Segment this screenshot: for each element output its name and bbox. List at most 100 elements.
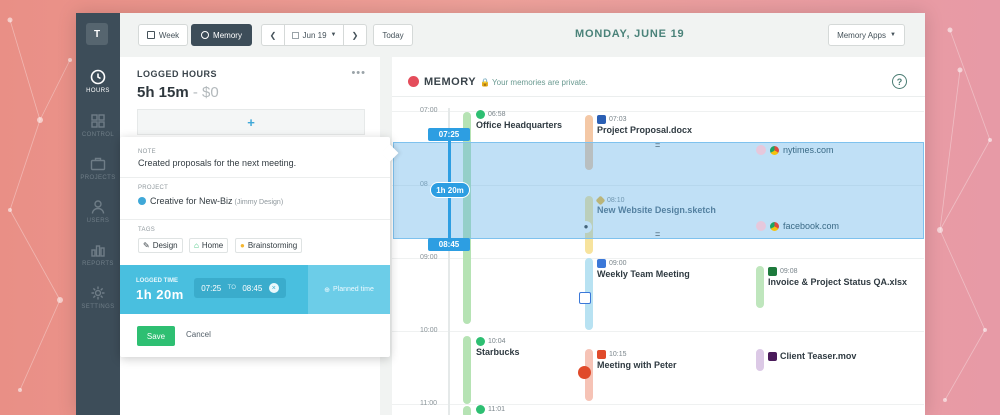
divider [120, 219, 390, 220]
pencil-icon: ✎ [143, 241, 150, 250]
event-office[interactable]: 06:58 Office Headquarters [476, 110, 562, 130]
week-label: Week [158, 30, 180, 40]
nav-item-reports[interactable]: REPORTS [76, 242, 120, 267]
tag-design[interactable]: ✎ Design [138, 238, 183, 253]
selection-end[interactable]: 08:45 [428, 238, 470, 251]
time-label: 10:00 [420, 327, 438, 334]
date-label: Jun 19 [302, 30, 327, 40]
location-icon [476, 110, 485, 119]
logged-time-bar: LOGGED TIME 1h 20m 07:25 TO 08:45 × ⊕ Pla… [120, 265, 390, 314]
asana-icon [578, 366, 591, 379]
calendar-icon [597, 259, 606, 268]
nav-item-projects[interactable]: PROJECTS [76, 156, 120, 181]
time-label: 07:00 [420, 107, 438, 114]
note-field[interactable]: Created proposals for the next meeting. [138, 158, 296, 168]
today-label: Today [382, 30, 404, 40]
avatar[interactable]: T [86, 23, 108, 45]
more-options-icon[interactable]: ••• [351, 67, 366, 79]
project-field[interactable]: Creative for New-Biz (Jimmy Design) [138, 196, 283, 206]
memory-label: Memory [213, 30, 242, 40]
url-nytimes[interactable]: nytimes.com [756, 145, 834, 155]
divider [120, 177, 390, 178]
event-bar-teaser[interactable] [756, 349, 764, 371]
planned-label: Planned time [333, 286, 374, 293]
save-button[interactable]: Save [137, 326, 175, 346]
office-icon [597, 350, 606, 359]
project-name: Creative for New-Biz [150, 196, 233, 206]
week-button[interactable]: Week [138, 24, 188, 46]
memory-button[interactable]: Memory [191, 24, 252, 46]
hour-line [392, 111, 924, 112]
tag-label: Brainstorming [247, 241, 298, 250]
word-icon [597, 115, 606, 124]
location-icon [476, 405, 485, 414]
nav-item-settings[interactable]: SETTINGS [76, 285, 120, 310]
money-value: $0 [202, 84, 219, 101]
tag-brainstorming[interactable]: ● Brainstorming [235, 238, 303, 253]
event-name: Client Teaser.mov [780, 351, 857, 361]
equals-icon: = [655, 140, 661, 150]
nav-label: PROJECTS [80, 175, 116, 181]
hours-value: 5h 15m [137, 84, 189, 101]
event-time: 10:04 [488, 338, 506, 345]
nav-label: REPORTS [82, 261, 114, 267]
selection-duration[interactable]: 1h 20m [430, 182, 470, 198]
planned-time-button[interactable]: ⊕ Planned time [308, 265, 390, 314]
event-time: 07:03 [609, 116, 627, 123]
help-button[interactable]: ? [892, 74, 907, 89]
nav-label: CONTROL [81, 132, 115, 138]
hour-line [392, 404, 924, 405]
time-label: 11:00 [420, 400, 437, 407]
privacy-note: 🔒 Your memories are private. [480, 78, 588, 87]
note-tag: NOTE [138, 149, 156, 155]
project-client: (Jimmy Design) [234, 199, 284, 206]
excel-icon [768, 267, 777, 276]
tag-home[interactable]: ⌂ Home [189, 238, 229, 253]
date-picker[interactable]: Jun 19 ▼ [284, 24, 344, 46]
event-bar-starbucks[interactable] [463, 336, 471, 404]
event-bar-next[interactable] [463, 406, 471, 415]
nav-item-control[interactable]: CONTROL [76, 113, 120, 138]
event-time: 06:58 [488, 111, 506, 118]
event-meeting[interactable]: 09:00 Weekly Team Meeting [597, 259, 690, 279]
selection-start[interactable]: 07:25 [428, 128, 470, 141]
memory-title: MEMORY [424, 76, 477, 88]
url-facebook[interactable]: facebook.com [756, 221, 839, 231]
clock-icon [90, 69, 106, 85]
add-entry-button[interactable]: + [137, 109, 365, 135]
tag-label: Home [201, 241, 224, 250]
nav-item-users[interactable]: USERS [76, 199, 120, 224]
prev-day-button[interactable]: ❮ [261, 24, 285, 46]
nav-label: HOURS [86, 88, 110, 94]
logged-hours-title: LOGGED HOURS [137, 69, 218, 79]
memory-apps-dropdown[interactable]: Memory Apps ▼ [828, 24, 905, 46]
event-time: 11:01 [488, 406, 505, 413]
logged-time-value: 1h 20m [136, 287, 184, 302]
caret-down-icon: ▼ [330, 32, 337, 38]
event-peter[interactable]: 10:15 Meeting with Peter [597, 350, 677, 370]
today-button[interactable]: Today [373, 24, 413, 46]
event-teaser[interactable]: Client Teaser.mov [768, 350, 856, 361]
chevron-right-icon: ❯ [351, 30, 359, 40]
chart-icon [91, 245, 105, 257]
time-selection[interactable] [393, 142, 924, 239]
brain-icon [408, 76, 419, 87]
event-invoice[interactable]: 09:08 Invoice & Project Status QA.xlsx [768, 267, 907, 287]
logged-time-tag: LOGGED TIME [136, 278, 178, 284]
time-range[interactable]: 07:25 TO 08:45 × [194, 278, 286, 298]
event-name: Meeting with Peter [597, 360, 677, 370]
chrome-icon [770, 145, 779, 155]
nav-item-hours[interactable]: HOURS [76, 69, 120, 94]
time-from[interactable]: 07:25 [201, 284, 221, 293]
clear-icon[interactable]: × [268, 283, 279, 293]
event-bar-invoice[interactable] [756, 266, 764, 308]
user-icon [91, 200, 105, 214]
event-next[interactable]: 11:01 [476, 405, 505, 414]
event-time: 10:15 [609, 351, 627, 358]
next-day-button[interactable]: ❯ [343, 24, 367, 46]
time-to[interactable]: 08:45 [242, 284, 262, 293]
event-starbucks[interactable]: 10:04 Starbucks [476, 337, 520, 357]
home-icon: ⌂ [194, 241, 199, 250]
cancel-button[interactable]: Cancel [186, 330, 211, 339]
event-proposal[interactable]: 07:03 Project Proposal.docx [597, 115, 692, 135]
